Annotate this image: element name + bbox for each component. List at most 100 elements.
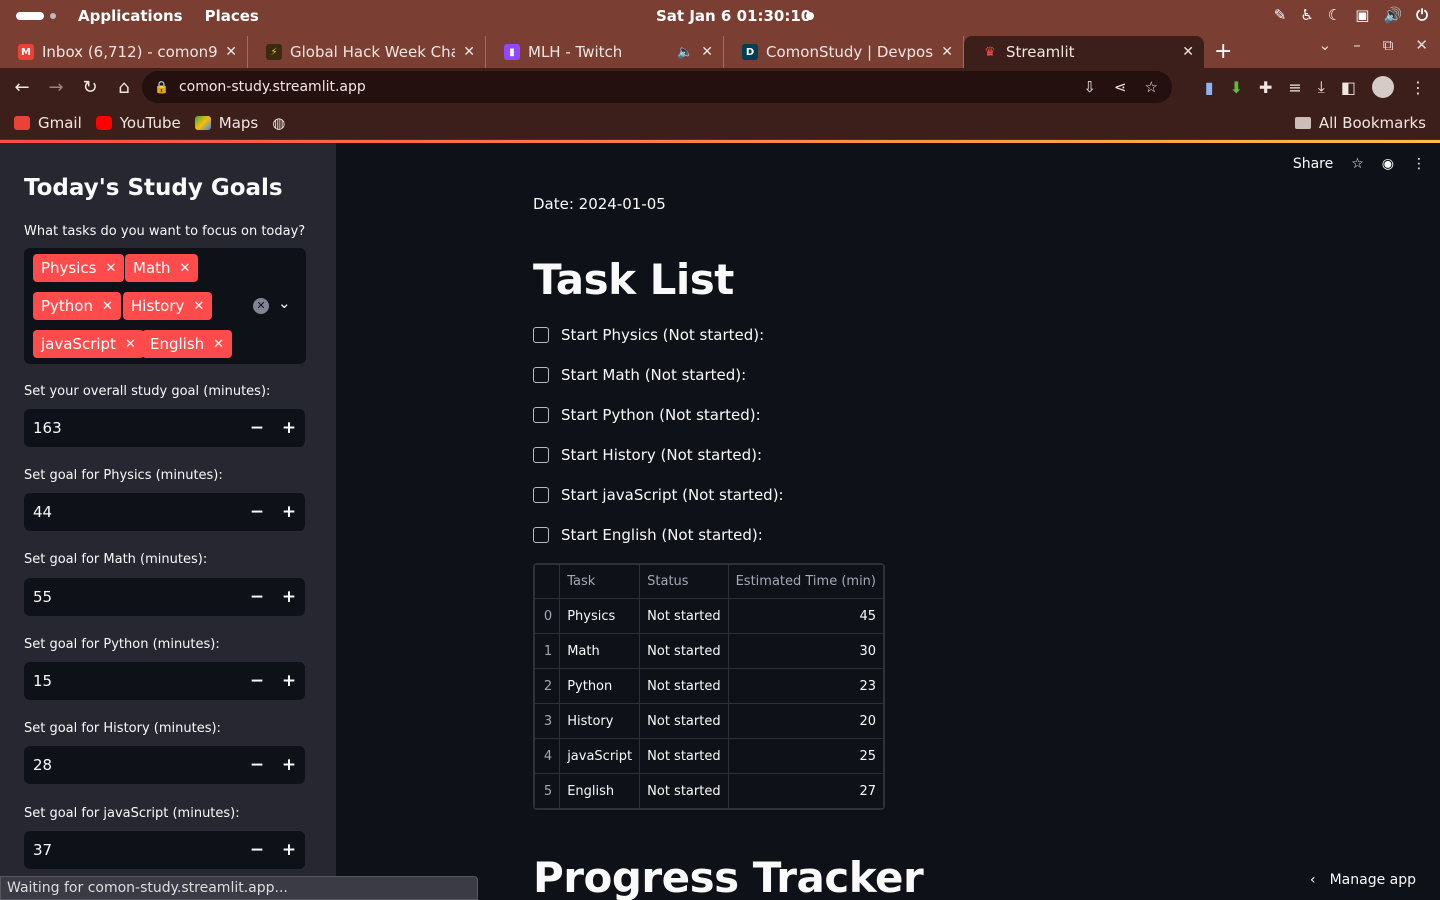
task-dataframe[interactable]: Task Status Estimated Time (min) 0 Physi… [533,563,885,810]
tab-search-icon[interactable]: ⌄ [1319,36,1332,54]
star-icon[interactable]: ☆ [1351,156,1364,172]
close-icon[interactable]: ✕ [463,44,475,60]
status-cell[interactable]: Not started [639,598,729,634]
close-icon[interactable]: ✕ [225,44,237,60]
time-cell[interactable]: 30 [727,633,885,669]
increment-button[interactable]: + [273,418,305,438]
forward-icon[interactable]: → [40,77,72,98]
javascript-goal-value[interactable]: 37 [24,841,241,859]
task-cell[interactable]: English [559,773,641,809]
checkbox-javascript[interactable]: Start javaScript (Not started): [533,486,784,504]
address-bar[interactable]: 🔒 comon-study.streamlit.app ⇩ ⋖ ☆ [142,71,1172,103]
close-window-icon[interactable]: ✕ [1415,36,1428,54]
reload-icon[interactable]: ↻ [74,77,106,98]
tab-gmail[interactable]: M Inbox (6,712) - comon928 ✕ [0,36,248,68]
back-icon[interactable]: ← [6,77,38,98]
kebab-menu-icon[interactable]: ⋮ [1412,156,1426,172]
system-clock[interactable]: Sat Jan 6 01:30:10 [656,7,811,25]
task-cell[interactable]: History [559,703,641,739]
close-icon[interactable]: ✕ [1182,44,1194,60]
decrement-button[interactable]: − [241,418,273,438]
avatar[interactable] [1372,76,1394,98]
python-goal-input[interactable]: 15 − + [24,662,305,700]
remove-icon[interactable]: ✕ [125,337,136,352]
screen-record-icon[interactable]: ▣ [1355,6,1369,24]
history-goal-input[interactable]: 28 − + [24,746,305,784]
increment-button[interactable]: + [273,671,305,691]
status-cell[interactable]: Not started [639,703,729,739]
downloads-icon[interactable]: ⤓ [1318,77,1325,97]
time-cell[interactable]: 27 [727,773,885,809]
checkbox-physics[interactable]: Start Physics (Not started): [533,326,764,344]
history-goal-value[interactable]: 28 [24,756,241,774]
checkbox-box[interactable] [533,487,549,503]
checkbox-python[interactable]: Start Python (Not started): [533,406,761,424]
math-goal-input[interactable]: 55 − + [24,578,305,616]
night-light-icon[interactable]: ☾ [1328,6,1341,24]
increment-button[interactable]: + [273,502,305,522]
task-cell[interactable]: Python [559,668,641,704]
physics-goal-input[interactable]: 44 − + [24,493,305,531]
download-extension-icon[interactable]: ⬇ [1230,78,1243,97]
close-icon[interactable]: ✕ [941,44,953,60]
bookmark-globe[interactable]: ◍ [272,114,285,132]
github-icon[interactable]: ◉ [1382,156,1394,172]
tasks-multiselect[interactable]: Physics ✕ Math ✕ Python ✕ History ✕ javaScri… [24,248,306,364]
table-row[interactable]: 3 History Not started 20 [533,703,885,739]
color-picker-icon[interactable]: ✎ [1274,6,1287,24]
increment-button[interactable]: + [273,587,305,607]
table-row[interactable]: 0 Physics Not started 45 [533,598,885,634]
address-text[interactable]: comon-study.streamlit.app [179,79,366,95]
status-cell[interactable]: Not started [639,773,729,809]
share-icon[interactable]: ⋖ [1114,78,1127,96]
column-header[interactable] [533,564,561,599]
docs-extension-icon[interactable]: ▮ [1205,78,1214,97]
time-cell[interactable]: 45 [727,598,885,634]
table-row[interactable]: 4 javaScript Not started 25 [533,738,885,774]
increment-button[interactable]: + [273,755,305,775]
decrement-button[interactable]: − [241,502,273,522]
table-row[interactable]: 1 Math Not started 30 [533,633,885,669]
tab-global-hack-week[interactable]: ⚡ Global Hack Week Challe ✕ [248,36,486,68]
chip-history[interactable]: History ✕ [123,292,213,320]
python-goal-value[interactable]: 15 [24,672,241,690]
overall-goal-input[interactable]: 163 − + [24,409,305,447]
all-bookmarks-button[interactable]: All Bookmarks [1294,114,1426,132]
checkbox-english[interactable]: Start English (Not started): [533,526,763,544]
javascript-goal-input[interactable]: 37 − + [24,831,305,869]
bookmark-star-icon[interactable]: ☆ [1145,78,1158,96]
chip-english[interactable]: English ✕ [142,330,233,358]
bookmark-youtube[interactable]: YouTube [95,114,181,132]
audio-playing-icon[interactable]: 🔈 [677,45,693,60]
volume-icon[interactable]: 🔊 [1383,6,1402,24]
remove-icon[interactable]: ✕ [105,261,116,276]
new-tab-button[interactable]: + [1214,39,1232,64]
checkbox-history[interactable]: Start History (Not started): [533,446,762,464]
table-row[interactable]: 5 English Not started 27 [533,773,885,809]
clear-all-icon[interactable]: ✕ [253,298,269,314]
tab-devpost[interactable]: D ComonStudy | Devpost ✕ [724,36,964,68]
table-row[interactable]: 2 Python Not started 23 [533,668,885,704]
install-app-icon[interactable]: ⇩ [1083,78,1096,96]
decrement-button[interactable]: − [241,587,273,607]
checkbox-math[interactable]: Start Math (Not started): [533,366,746,384]
manage-app-button[interactable]: ‹ Manage app [1310,872,1416,888]
bookmark-maps[interactable]: Maps [194,114,258,132]
lock-icon[interactable]: 🔒 [154,80,169,94]
side-panel-icon[interactable]: ◧ [1341,78,1356,97]
checkbox-box[interactable] [533,407,549,423]
power-icon[interactable]: ⏻ [1416,6,1428,24]
checkbox-box[interactable] [533,327,549,343]
task-cell[interactable]: Math [559,633,641,669]
status-cell[interactable]: Not started [639,738,729,774]
task-cell[interactable]: Physics [559,598,641,634]
remove-icon[interactable]: ✕ [213,337,224,352]
restore-icon[interactable]: ⧉ [1383,36,1394,54]
remove-icon[interactable]: ✕ [193,299,204,314]
home-icon[interactable]: ⌂ [108,77,140,98]
increment-button[interactable]: + [273,840,305,860]
puzzle-icon[interactable]: ✚ [1259,78,1272,97]
status-cell[interactable]: Not started [639,633,729,669]
activities-indicator[interactable] [16,12,44,20]
checkbox-box[interactable] [533,367,549,383]
